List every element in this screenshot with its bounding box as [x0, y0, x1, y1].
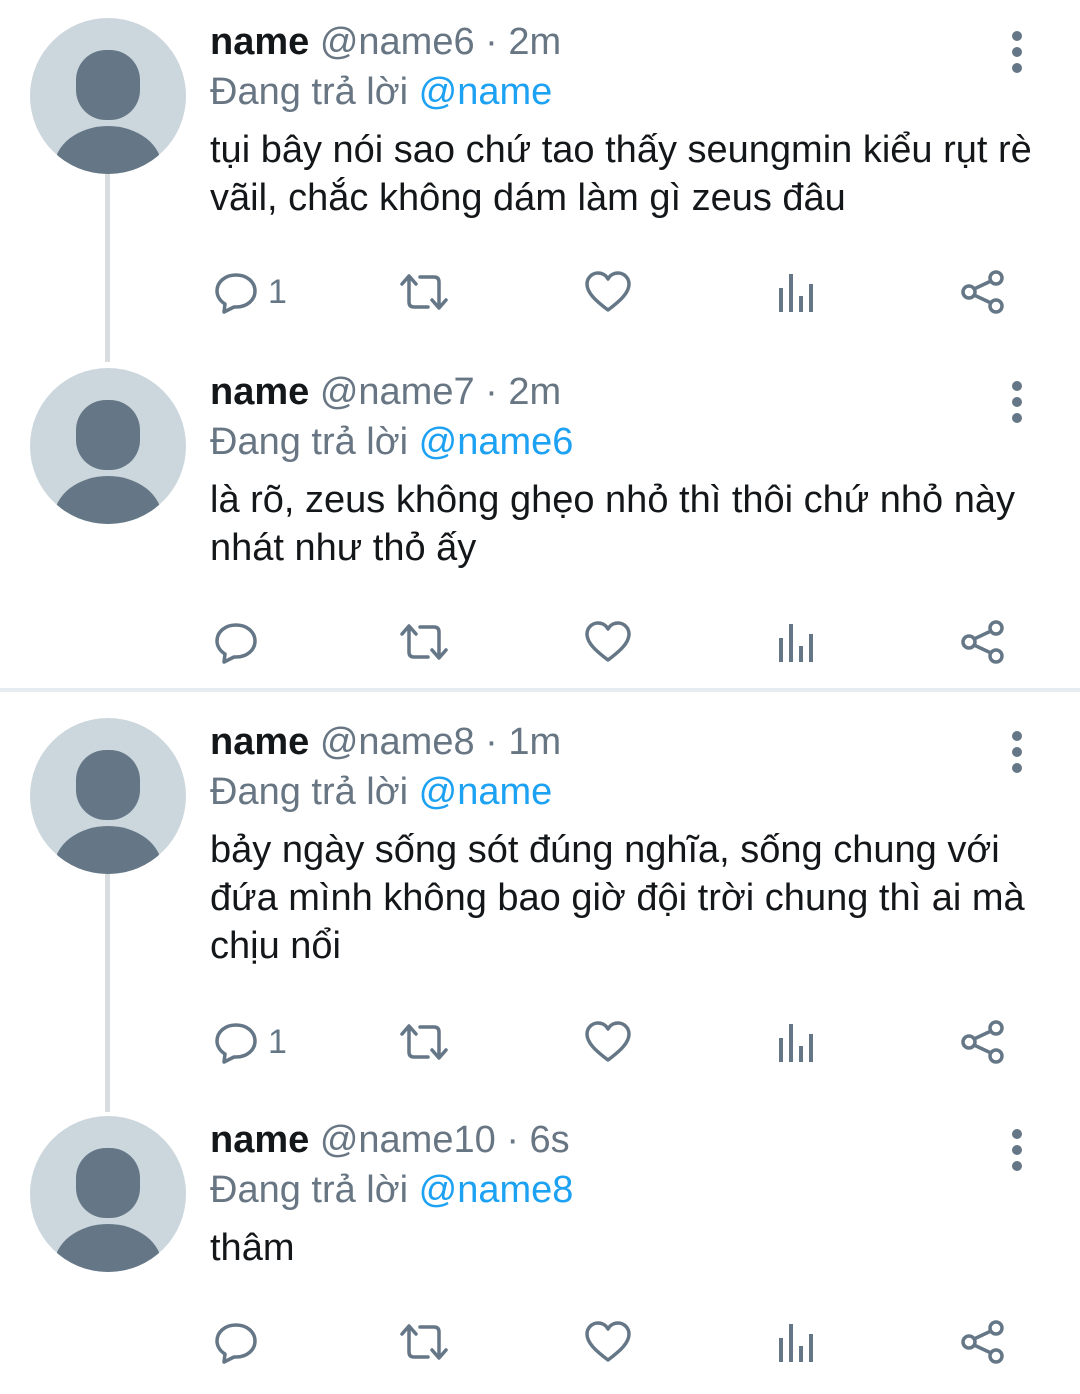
retweet-button[interactable]: [398, 1312, 450, 1372]
reply-button[interactable]: 1: [214, 1012, 287, 1072]
analytics-icon: [779, 274, 813, 312]
tweet-header: name @name6 · 2m: [210, 18, 561, 66]
retweet-button[interactable]: [398, 1012, 450, 1072]
timestamp: · 2m: [485, 371, 562, 413]
tweet-actions: [0, 612, 1080, 672]
tweet-header: name @name10 · 6s: [210, 1116, 570, 1164]
more-vertical-icon[interactable]: [1003, 22, 1031, 82]
more-vertical-icon[interactable]: [1003, 1120, 1031, 1180]
share-icon: [961, 620, 1004, 664]
tweet-text: là rõ, zeus không ghẹo nhỏ thì thôi chứ …: [210, 479, 1015, 569]
replying-to: Đang trả lời @name: [210, 68, 552, 116]
share-icon: [961, 270, 1004, 314]
like-button[interactable]: [584, 1312, 632, 1372]
tweet-header: name @name8 · 1m: [210, 718, 561, 766]
tweet-actions: 1: [0, 262, 1080, 322]
reply-button[interactable]: [214, 612, 268, 672]
reply-icon: [215, 1323, 257, 1364]
analytics-button[interactable]: [776, 1312, 816, 1372]
retweet-icon: [400, 1024, 448, 1060]
share-button[interactable]: [960, 1312, 1006, 1372]
replying-to: Đang trả lời @name8: [210, 1166, 573, 1214]
heart-icon: [585, 1321, 631, 1362]
avatar[interactable]: [30, 1116, 186, 1272]
handle[interactable]: @name7: [320, 371, 475, 413]
share-icon: [961, 1320, 1004, 1364]
timestamp: · 2m: [485, 21, 562, 63]
tweet-actions: 1: [0, 1012, 1080, 1072]
heart-icon: [585, 271, 631, 312]
reply-icon: [215, 1023, 257, 1064]
analytics-button[interactable]: [776, 262, 816, 322]
retweet-button[interactable]: [398, 262, 450, 322]
replying-to-label: Đang trả lời: [210, 771, 409, 813]
reply-button[interactable]: [214, 1312, 268, 1372]
display-name[interactable]: name: [210, 371, 309, 413]
replying-to: Đang trả lời @name6: [210, 418, 573, 466]
mention-link[interactable]: @name: [419, 71, 553, 113]
analytics-icon: [779, 1024, 813, 1062]
share-icon: [961, 1020, 1004, 1064]
tweet[interactable]: name @name8 · 1m Đang trả lời @name bảy …: [0, 718, 1080, 1068]
more-vertical-icon[interactable]: [1003, 372, 1031, 432]
heart-icon: [585, 621, 631, 662]
share-button[interactable]: [960, 612, 1006, 672]
handle[interactable]: @name10: [320, 1119, 496, 1161]
share-button[interactable]: [960, 1012, 1006, 1072]
display-name[interactable]: name: [210, 21, 309, 63]
share-button[interactable]: [960, 262, 1006, 322]
tweet-header: name @name7 · 2m: [210, 368, 561, 416]
avatar[interactable]: [30, 368, 186, 524]
avatar[interactable]: [30, 718, 186, 874]
heart-icon: [585, 1021, 631, 1062]
analytics-icon: [779, 1324, 813, 1362]
default-avatar-icon: [54, 1148, 162, 1272]
display-name[interactable]: name: [210, 1119, 309, 1161]
tweet-text: thâm: [210, 1227, 295, 1269]
like-button[interactable]: [584, 1012, 632, 1072]
like-button[interactable]: [584, 262, 632, 322]
conversation-divider: [0, 688, 1080, 692]
tweet[interactable]: name @name7 · 2m Đang trả lời @name6 là …: [0, 368, 1080, 668]
like-button[interactable]: [584, 612, 632, 672]
timestamp: · 6s: [506, 1119, 570, 1161]
tweet-text: bảy ngày sống sót đúng nghĩa, sống chung…: [210, 829, 1025, 967]
reply-count: 1: [268, 272, 287, 311]
analytics-button[interactable]: [776, 612, 816, 672]
default-avatar-icon: [54, 400, 162, 524]
reply-icon: [215, 273, 257, 314]
handle[interactable]: @name6: [320, 21, 475, 63]
tweet-text: tụi bây nói sao chứ tao thấy seungmin ki…: [210, 129, 1032, 219]
replying-to-label: Đang trả lời: [210, 71, 409, 113]
more-vertical-icon[interactable]: [1003, 722, 1031, 782]
mention-link[interactable]: @name6: [419, 421, 574, 463]
reply-button[interactable]: 1: [214, 262, 287, 322]
reply-count: 1: [268, 1022, 287, 1061]
analytics-button[interactable]: [776, 1012, 816, 1072]
display-name[interactable]: name: [210, 721, 309, 763]
tweet-actions: [0, 1312, 1080, 1372]
handle[interactable]: @name8: [320, 721, 475, 763]
default-avatar-icon: [54, 50, 162, 174]
replying-to-label: Đang trả lời: [210, 1169, 409, 1211]
avatar[interactable]: [30, 18, 186, 174]
reply-icon: [215, 623, 257, 664]
tweet[interactable]: name @name6 · 2m Đang trả lời @name tụi …: [0, 18, 1080, 318]
replying-to: Đang trả lời @name: [210, 768, 552, 816]
retweet-button[interactable]: [398, 612, 450, 672]
default-avatar-icon: [54, 750, 162, 874]
analytics-icon: [779, 624, 813, 662]
retweet-icon: [400, 274, 448, 310]
retweet-icon: [400, 1324, 448, 1360]
retweet-icon: [400, 624, 448, 660]
timestamp: · 1m: [485, 721, 562, 763]
tweet[interactable]: name @name10 · 6s Đang trả lời @name8 th…: [0, 1116, 1080, 1386]
mention-link[interactable]: @name: [419, 771, 553, 813]
mention-link[interactable]: @name8: [419, 1169, 574, 1211]
replying-to-label: Đang trả lời: [210, 421, 409, 463]
